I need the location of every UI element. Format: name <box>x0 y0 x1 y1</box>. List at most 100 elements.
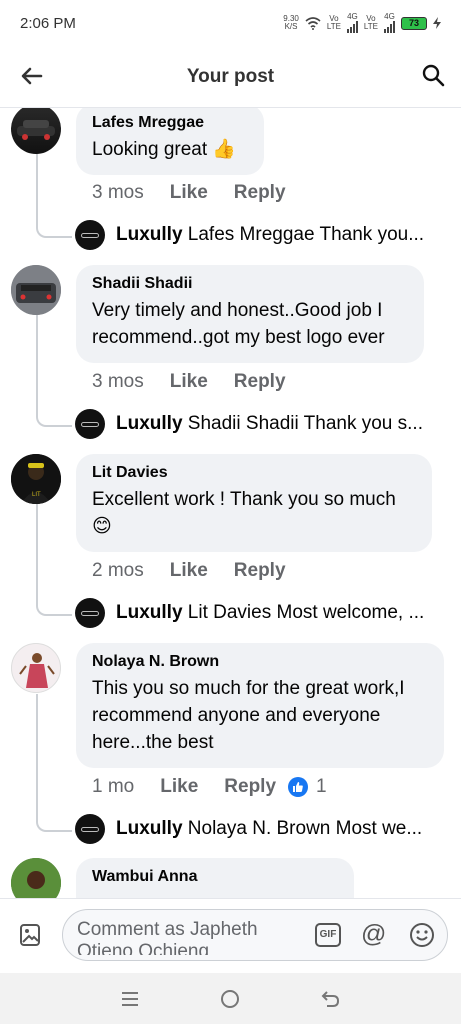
comment-author[interactable]: Shadii Shadii <box>92 275 408 293</box>
page-title: Your post <box>186 65 275 87</box>
comment-time[interactable]: 3 mos <box>92 182 144 204</box>
comment-author[interactable]: Wambui Anna <box>92 868 338 886</box>
sim1-gen: 4G <box>346 12 358 33</box>
comment-actions: 3 mos Like Reply <box>92 182 312 204</box>
search-icon[interactable] <box>421 63 445 87</box>
comment-text: Looking great 👍 <box>92 139 237 160</box>
luxully-logo-icon <box>81 610 99 616</box>
mention-button[interactable]: @ <box>361 920 386 949</box>
like-reaction-icon <box>288 777 309 797</box>
comment-composer: Comment as Japheth Otieno Ochieng GIF @ <box>0 898 461 973</box>
comment-actions: 1 mo Like Reply 1 <box>92 776 327 798</box>
avatar[interactable] <box>75 409 105 439</box>
reaction-summary[interactable]: 1 <box>288 776 327 798</box>
like-button[interactable]: Like <box>170 182 208 204</box>
thread-connector <box>36 220 72 238</box>
sim1-gen-label: 4G <box>347 12 358 21</box>
comment-time[interactable]: 2 mos <box>92 560 144 582</box>
avatar[interactable] <box>75 220 105 250</box>
sim2-volte-tag: Vo LTE <box>364 15 378 31</box>
avatar[interactable] <box>75 598 105 628</box>
status-bar: 2:06 PM 9.30 K/S Vo LTE 4G Vo LTE 4G 73 <box>0 0 461 46</box>
reply-author[interactable]: Luxully <box>116 413 183 434</box>
comment-placeholder[interactable]: Comment as Japheth Otieno Ochieng <box>77 919 287 955</box>
reply-button[interactable]: Reply <box>234 560 286 582</box>
comment-actions: 3 mos Like Reply <box>92 371 312 393</box>
network-speed-unit: K/S <box>284 22 298 31</box>
image-icon[interactable] <box>18 923 42 947</box>
avatar[interactable]: LIT <box>11 454 61 504</box>
thread-connector <box>36 814 72 832</box>
reply-preview[interactable]: Luxully Lit Davies Most welcome, ... <box>116 602 446 624</box>
back-icon[interactable] <box>320 988 342 1010</box>
car-photo-icon <box>11 265 61 315</box>
comment-bubble[interactable]: Lafes Mreggae Looking great 👍 <box>76 108 264 175</box>
comment-bubble[interactable]: Nolaya N. Brown This you so much for the… <box>76 643 444 768</box>
like-button[interactable]: Like <box>170 560 208 582</box>
reply-button[interactable]: Reply <box>234 371 286 393</box>
comment-text: Excellent work ! Thank you so much 😊 <box>92 489 396 537</box>
like-button[interactable]: Like <box>170 371 208 393</box>
comment-time[interactable]: 1 mo <box>92 776 134 798</box>
comment-text: Very timely and honest..Good job I recom… <box>92 300 385 348</box>
app-header: Your post <box>0 46 461 108</box>
network-speed: 9.30 K/S <box>283 15 299 31</box>
reply-text: Lafes Mreggae Thank you... <box>187 224 425 245</box>
reply-preview[interactable]: Luxully Nolaya N. Brown Most we... <box>116 818 446 840</box>
reply-text: Shadii Shadii Thank you s... <box>187 413 423 434</box>
sim1-lte: LTE <box>326 22 341 31</box>
thread-line <box>36 504 38 602</box>
reply-author[interactable]: Luxully <box>116 818 183 839</box>
comment-time[interactable]: 3 mos <box>92 371 144 393</box>
person-photo-icon <box>11 858 61 898</box>
svg-text:LIT: LIT <box>32 492 41 498</box>
reply-author[interactable]: Luxully <box>116 224 183 245</box>
avatar[interactable] <box>11 643 61 693</box>
comment-text: This you so much for the great work,I re… <box>92 678 405 753</box>
reply-text: Nolaya N. Brown Most we... <box>187 818 423 839</box>
avatar[interactable] <box>11 858 61 898</box>
sim2-lte: LTE <box>363 22 378 31</box>
like-button[interactable]: Like <box>160 776 198 798</box>
comment-author[interactable]: Lafes Mreggae <box>92 114 248 132</box>
comment-author[interactable]: Nolaya N. Brown <box>92 653 428 671</box>
reply-text: Lit Davies Most welcome, ... <box>187 602 425 623</box>
thread-connector <box>36 409 72 427</box>
reply-button[interactable]: Reply <box>224 776 276 798</box>
sim1-volte-tag: Vo LTE <box>327 15 341 31</box>
comment-input[interactable]: Comment as Japheth Otieno Ochieng GIF @ <box>62 909 448 961</box>
car-photo-icon <box>17 120 55 140</box>
thread-line <box>36 314 38 412</box>
comment-bubble[interactable]: Lit Davies Excellent work ! Thank you so… <box>76 454 432 552</box>
system-nav-bar <box>0 973 461 1024</box>
luxully-logo-icon <box>81 421 99 427</box>
reply-preview[interactable]: Luxully Shadii Shadii Thank you s... <box>116 413 446 435</box>
battery-indicator: 73 <box>401 16 427 30</box>
charging-icon <box>433 17 441 29</box>
gif-button[interactable]: GIF <box>315 923 341 947</box>
reply-button[interactable]: Reply <box>234 182 286 204</box>
emoji-icon[interactable] <box>409 922 435 948</box>
comment-bubble[interactable]: Wambui Anna <box>76 858 354 898</box>
avatar[interactable] <box>75 814 105 844</box>
reply-author[interactable]: Luxully <box>116 602 183 623</box>
menu-icon[interactable] <box>119 988 141 1010</box>
thread-line <box>36 152 38 222</box>
comment-actions: 2 mos Like Reply <box>92 560 312 582</box>
thread-line <box>36 694 38 816</box>
arrow-left-icon[interactable] <box>20 64 44 88</box>
thread-connector <box>36 598 72 616</box>
wifi-icon <box>305 16 321 30</box>
luxully-logo-icon <box>81 826 99 832</box>
avatar[interactable] <box>11 108 61 154</box>
person-photo-icon <box>19 653 55 688</box>
home-icon[interactable] <box>219 988 241 1010</box>
comments-feed[interactable]: Lafes Mreggae Looking great 👍 3 mos Like… <box>0 108 461 898</box>
comment-author[interactable]: Lit Davies <box>92 464 416 482</box>
reply-preview[interactable]: Luxully Lafes Mreggae Thank you... <box>116 224 446 246</box>
comment-bubble[interactable]: Shadii Shadii Very timely and honest..Go… <box>76 265 424 363</box>
luxully-logo-icon <box>81 232 99 238</box>
sim2-gen: 4G <box>384 13 395 33</box>
signal-icon <box>384 21 395 33</box>
avatar[interactable] <box>11 265 61 315</box>
